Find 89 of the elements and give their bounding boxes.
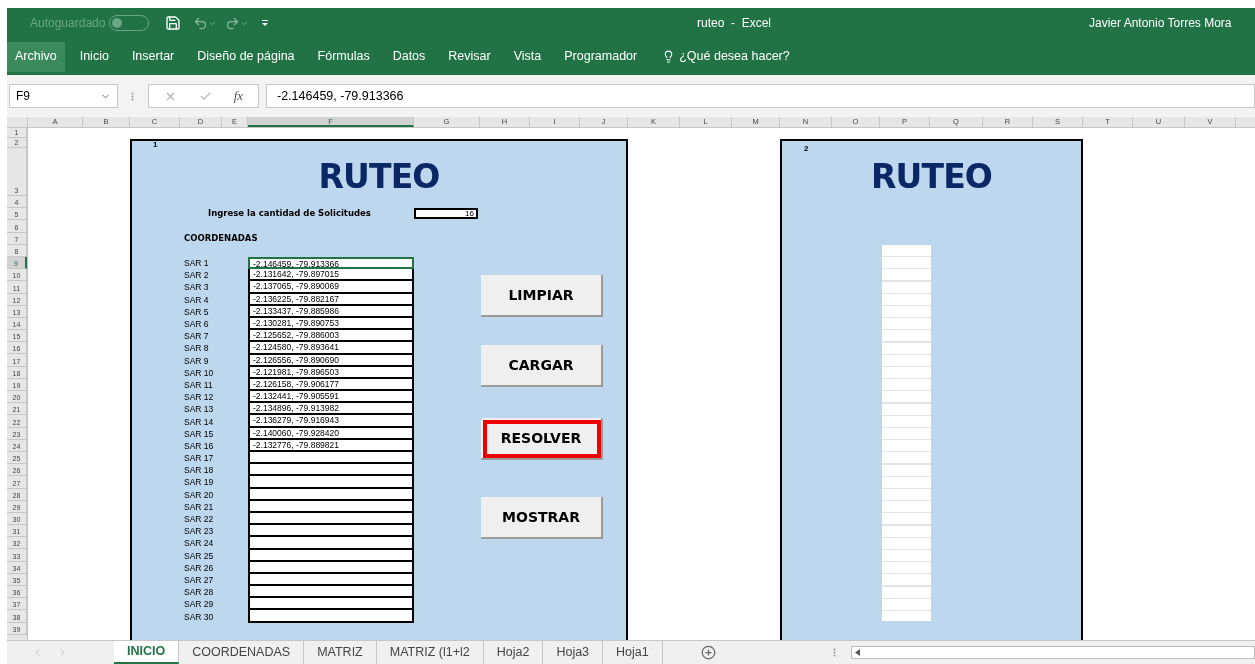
entry-label: SAR 3 bbox=[184, 281, 210, 294]
sheet-tab[interactable]: INICIO bbox=[114, 641, 180, 664]
entry-label: SAR 5 bbox=[184, 305, 210, 318]
ribbon-tab[interactable]: Archivo bbox=[7, 41, 65, 72]
tell-me-field[interactable]: ¿Qué desea hacer? bbox=[679, 47, 790, 66]
macro-button[interactable]: LIMPIAR bbox=[481, 275, 603, 317]
drag-handle-icon[interactable] bbox=[131, 92, 134, 101]
save-icon[interactable] bbox=[165, 15, 182, 31]
customize-toolbar-icon[interactable] bbox=[261, 19, 270, 27]
entry-label: SAR 10 bbox=[184, 366, 215, 379]
ribbon-tab[interactable]: Vista bbox=[505, 41, 550, 72]
sheet-tab[interactable]: Hoja1 bbox=[603, 641, 663, 664]
insert-function-button[interactable]: fx bbox=[233, 86, 244, 106]
section-label: COORDENADAS bbox=[184, 232, 259, 244]
entry-label: SAR 27 bbox=[184, 573, 215, 586]
panel-number: 2 bbox=[804, 145, 810, 153]
coordinate-cell[interactable]: -2.131642, -79.897015 bbox=[248, 269, 414, 282]
ribbon-tab[interactable]: Diseño de página bbox=[189, 41, 303, 72]
sheet-tab[interactable]: MATRIZ (l1+l2 bbox=[376, 641, 484, 664]
entry-label: SAR 15 bbox=[184, 427, 215, 440]
entry-label: SAR 30 bbox=[184, 610, 215, 623]
entry-label: SAR 29 bbox=[184, 598, 215, 611]
sheet-title: RUTEO bbox=[318, 163, 440, 191]
entry-label: SAR 6 bbox=[184, 318, 210, 331]
entry-label: SAR 18 bbox=[184, 464, 215, 477]
coordinate-cell[interactable]: -2.125652, -79.886003 bbox=[248, 330, 414, 343]
prompt-label: Ingrese la cantidad de Solicitudes bbox=[208, 207, 372, 220]
ribbon-tab[interactable]: Fórmulas bbox=[309, 41, 378, 72]
coordinate-cell[interactable] bbox=[248, 586, 414, 599]
coordinate-cell[interactable] bbox=[248, 464, 414, 477]
macro-button[interactable]: MOSTRAR bbox=[481, 497, 603, 539]
macro-button[interactable]: RESOLVER bbox=[481, 418, 603, 460]
ribbon-tab[interactable]: Insertar bbox=[123, 41, 183, 72]
entry-label: SAR 9 bbox=[184, 354, 210, 367]
entry-label: SAR 24 bbox=[184, 537, 215, 550]
sheet-tab[interactable]: Hoja2 bbox=[483, 641, 544, 664]
entry-label: SAR 7 bbox=[184, 330, 210, 343]
entry-label: SAR 4 bbox=[184, 293, 210, 306]
entry-label: SAR 20 bbox=[184, 488, 215, 501]
coordinate-cell[interactable] bbox=[248, 525, 414, 538]
sheet-title: RUTEO bbox=[870, 163, 993, 191]
entry-label: SAR 26 bbox=[184, 561, 215, 574]
coordinate-cell[interactable]: -2.136279, -79.916943 bbox=[248, 415, 414, 428]
entry-label: SAR 2 bbox=[184, 269, 210, 282]
coordinate-cell[interactable]: -2.137065, -79.890069 bbox=[248, 281, 414, 294]
ribbon-tab[interactable]: Datos bbox=[384, 41, 434, 72]
drag-handle-icon[interactable] bbox=[832, 648, 836, 657]
entry-label: SAR 21 bbox=[184, 500, 215, 513]
entry-label: SAR 17 bbox=[184, 452, 215, 465]
add-sheet-icon[interactable] bbox=[700, 645, 716, 660]
scroll-arrow-icon[interactable] bbox=[854, 649, 861, 656]
entry-label: SAR 1 bbox=[184, 257, 210, 270]
entry-label: SAR 19 bbox=[184, 476, 215, 489]
entry-label: SAR 8 bbox=[184, 342, 210, 355]
entry-label: SAR 14 bbox=[184, 415, 215, 428]
coordinate-cell[interactable] bbox=[248, 452, 414, 465]
coordinate-cell[interactable] bbox=[248, 598, 414, 611]
coordinate-cell[interactable] bbox=[248, 537, 414, 550]
entry-label: SAR 22 bbox=[184, 513, 215, 526]
entry-label: SAR 11 bbox=[184, 378, 214, 391]
entry-label: SAR 13 bbox=[184, 403, 215, 416]
autosave-label: Autoguardado bbox=[30, 15, 106, 32]
count-field[interactable]: 16 bbox=[414, 208, 478, 219]
name-box[interactable]: F9 bbox=[9, 84, 118, 108]
entry-label: SAR 16 bbox=[184, 439, 215, 452]
sheet-tab[interactable]: COORDENADAS bbox=[179, 641, 305, 664]
sheet-tab[interactable]: Hoja3 bbox=[543, 641, 604, 664]
formula-field[interactable]: -2.146459, -79.913366 bbox=[266, 84, 1255, 108]
window-title: ruteo - Excel bbox=[697, 15, 772, 32]
horizontal-scrollbar[interactable] bbox=[850, 646, 1255, 659]
coordinate-cell[interactable]: -2.134896, -79.913982 bbox=[248, 403, 414, 416]
entry-label: SAR 25 bbox=[184, 549, 215, 562]
ribbon-tab[interactable]: Inicio bbox=[71, 41, 117, 72]
ribbon-tab[interactable]: Programador bbox=[556, 41, 646, 72]
sheet-tab[interactable]: MATRIZ bbox=[304, 641, 377, 664]
coordinate-cell[interactable]: -2.124580, -79.893641 bbox=[248, 342, 414, 355]
panel-number: 1 bbox=[153, 141, 159, 149]
undo-icon[interactable] bbox=[193, 15, 209, 31]
macro-button[interactable]: CARGAR bbox=[481, 345, 603, 387]
coordinate-cell[interactable]: -2.132441, -79.905591 bbox=[248, 391, 414, 404]
user-name: Javier Antonio Torres Mora bbox=[1089, 15, 1232, 32]
entry-label: SAR 28 bbox=[184, 586, 215, 599]
entry-label: SAR 12 bbox=[184, 391, 215, 404]
ribbon-tab[interactable]: Revisar bbox=[440, 41, 499, 72]
redo-icon[interactable] bbox=[225, 15, 241, 31]
coordinate-cell[interactable] bbox=[248, 610, 414, 623]
entry-label: SAR 23 bbox=[184, 525, 215, 538]
coordinate-cell[interactable]: -2.146459, -79.913366 bbox=[248, 257, 414, 270]
coordinate-cell[interactable] bbox=[248, 476, 414, 489]
